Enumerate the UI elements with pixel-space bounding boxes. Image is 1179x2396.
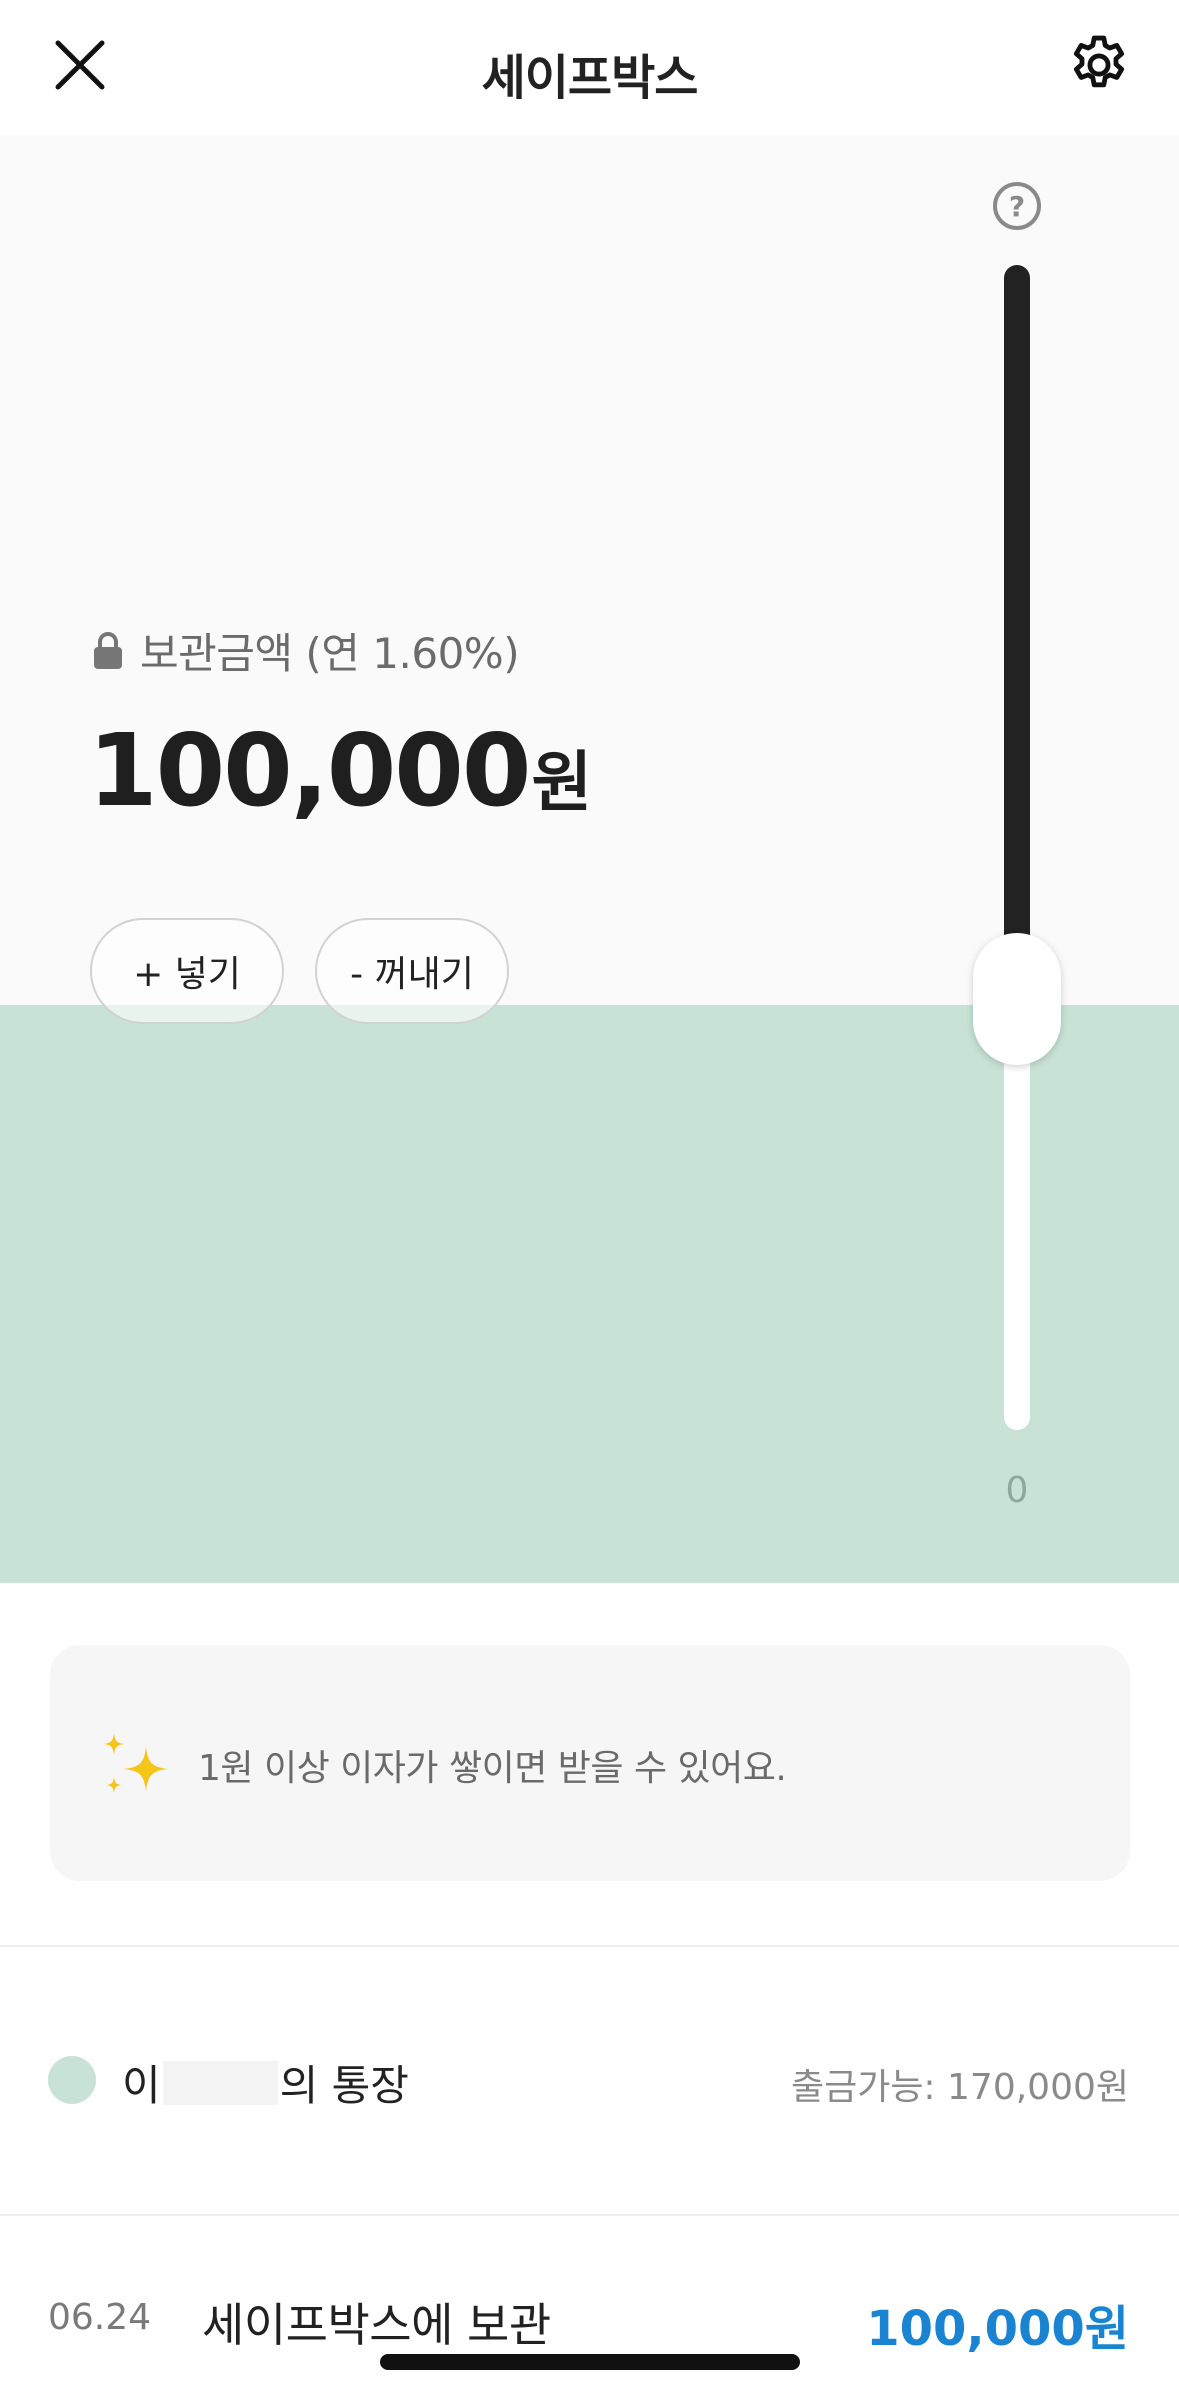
- balance-label: 보관금액 (연 1.60%): [92, 620, 520, 681]
- info-card: 1원 이상 이자가 쌓이면 받을 수 있어요.: [50, 1645, 1130, 1881]
- transaction-description: 세이프박스에 보관: [202, 2298, 551, 2352]
- page-title: 세이프박스: [481, 50, 699, 106]
- header: 세이프박스: [0, 0, 1179, 135]
- account-name-prefix: 이: [122, 2061, 161, 2110]
- slider-thumb[interactable]: [973, 933, 1061, 1065]
- withdraw-button[interactable]: - 꺼내기: [315, 918, 509, 1024]
- safebox-upper-area: [0, 135, 1179, 1005]
- slider-min-label: 0: [1005, 1470, 1029, 1511]
- withdrawable-amount: 출금가능: 170,000원: [790, 2067, 1129, 2108]
- transaction-date: 06.24: [48, 2297, 152, 2338]
- account-row[interactable]: 이 의 통장 출금가능: 170,000원: [0, 2030, 1179, 2130]
- account-name-suffix: 의 통장: [279, 2061, 409, 2110]
- divider: [0, 1945, 1179, 1947]
- divider: [0, 2214, 1179, 2216]
- safebox-filled-area: [0, 1005, 1179, 1583]
- account-name: 이 의 통장: [122, 2052, 409, 2113]
- transaction-amount: 100,000원: [866, 2301, 1129, 2357]
- account-color-dot: [48, 2056, 96, 2104]
- gear-icon: [1073, 35, 1125, 88]
- slider-track-filled[interactable]: [1004, 265, 1030, 1005]
- help-icon[interactable]: ?: [993, 182, 1041, 230]
- transaction-row[interactable]: 06.24 세이프박스에 보관 100,000원: [0, 2285, 1179, 2357]
- slider-track-empty[interactable]: [1004, 1005, 1030, 1430]
- sparkle-icon: [104, 1733, 168, 1793]
- settings-button[interactable]: [1059, 25, 1139, 105]
- balance-amount-value: 100,000: [88, 712, 531, 829]
- home-indicator: [380, 2354, 800, 2370]
- lock-icon: [94, 631, 122, 669]
- balance-label-text: 보관금액 (연 1.60%): [140, 629, 520, 678]
- redacted-name: [162, 2060, 278, 2105]
- balance-amount: 100,000원: [88, 712, 592, 829]
- deposit-button[interactable]: + 넣기: [90, 918, 284, 1024]
- balance-amount-unit: 원: [531, 744, 592, 821]
- info-text: 1원 이상 이자가 쌓이면 받을 수 있어요.: [198, 1748, 787, 1789]
